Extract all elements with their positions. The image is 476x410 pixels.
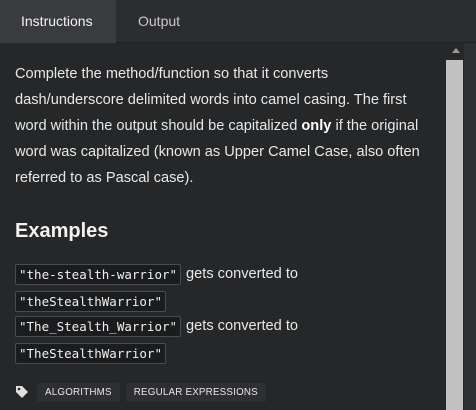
example-input-code: "the-stealth-warrior" (15, 263, 182, 285)
kata-description: Complete the method/function so that it … (15, 61, 440, 191)
instructions-panel: Complete the method/function so that it … (0, 43, 445, 410)
tag-icon (16, 386, 28, 398)
example-output-code: "theStealthWarrior" (15, 290, 166, 312)
examples-heading: Examples (15, 220, 109, 242)
panel-edge (464, 43, 476, 410)
example-connector: gets converted to (186, 318, 299, 334)
tab-bar: Instructions Output (0, 0, 476, 43)
scroll-up-arrow-icon[interactable] (449, 44, 463, 56)
example-connector: gets converted to (186, 266, 299, 282)
example-output-code: "TheStealthWarrior" (15, 342, 166, 364)
tag-list: ALGORITHMS REGULAR EXPRESSIONS (15, 382, 272, 402)
example-input-code: "The_Stealth_Warrior" (15, 315, 182, 337)
example-line: "The_Stealth_Warrior" gets converted to (15, 315, 298, 337)
tab-instructions[interactable]: Instructions (0, 0, 116, 43)
tag-algorithms[interactable]: ALGORITHMS (37, 382, 120, 402)
description-emphasis: only (301, 118, 332, 134)
example-line: "theStealthWarrior" (15, 290, 166, 312)
example-line: "TheStealthWarrior" (15, 342, 166, 364)
tag-regular-expressions[interactable]: REGULAR EXPRESSIONS (125, 382, 266, 402)
example-line: "the-stealth-warrior" gets converted to (15, 263, 298, 285)
scrollbar-thumb[interactable] (446, 60, 463, 410)
tab-output[interactable]: Output (116, 0, 202, 43)
